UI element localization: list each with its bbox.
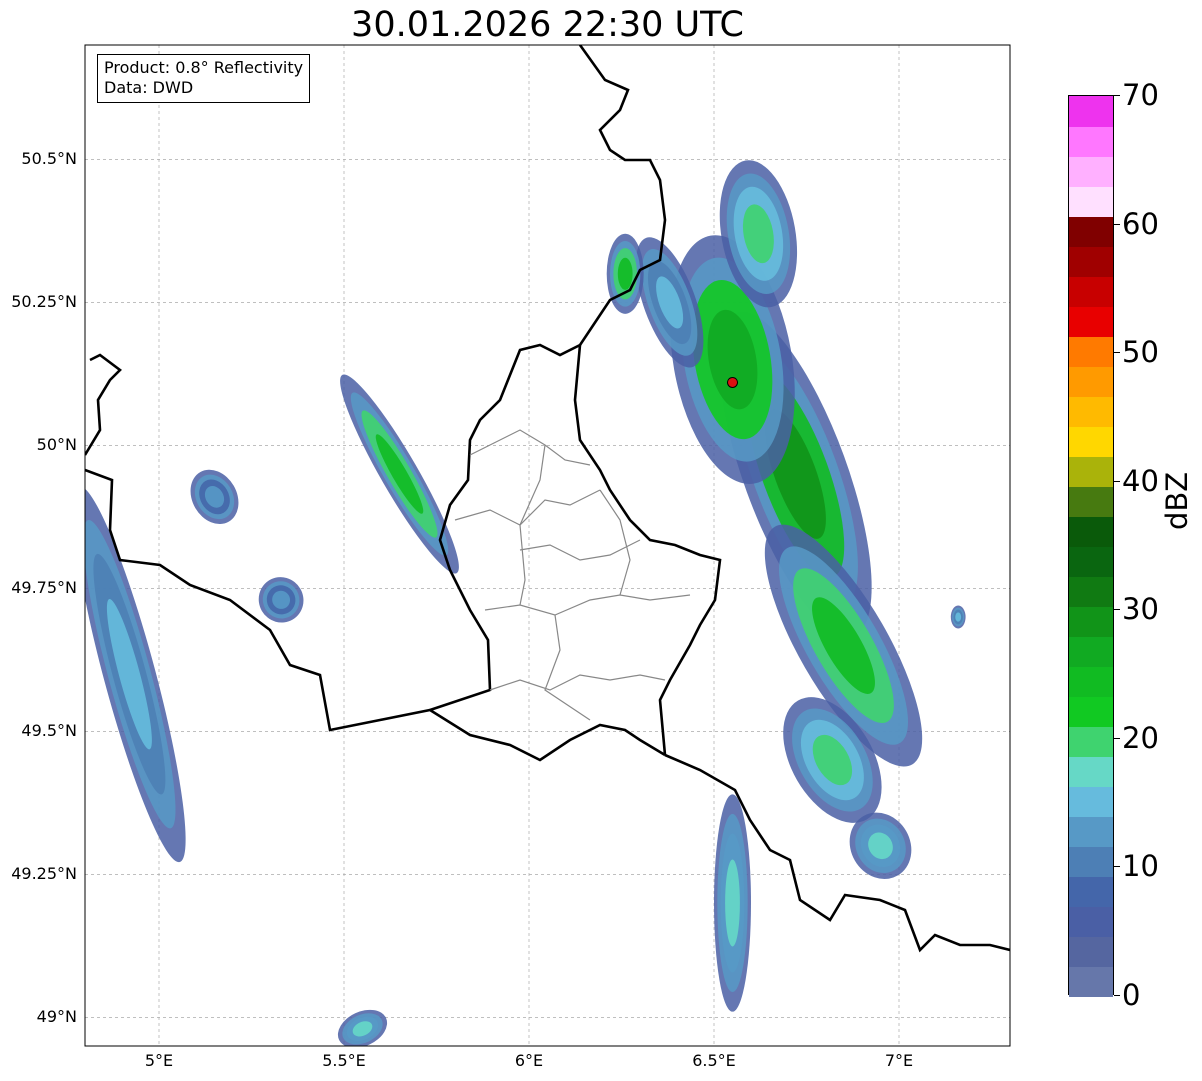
- colorbar-segment: [1069, 816, 1113, 847]
- colorbar-segment: [1069, 216, 1113, 247]
- colorbar-tick-mark: [1114, 352, 1120, 354]
- product-info-box: Product: 0.8° Reflectivity Data: DWD: [97, 54, 311, 103]
- colorbar-tick-label: 60: [1122, 206, 1159, 241]
- lat-tick-label: 50.5°N: [21, 149, 77, 169]
- colorbar-segment: [1069, 636, 1113, 667]
- lon-tick-label: 6°E: [514, 1051, 544, 1070]
- lon-tick-label: 5.5°E: [322, 1051, 366, 1070]
- colorbar-tick-mark: [1114, 737, 1120, 739]
- colorbar-tick-label: 30: [1122, 592, 1159, 627]
- colorbar-segment: [1069, 486, 1113, 517]
- lat-tick-label: 50°N: [36, 435, 77, 455]
- colorbar-tick-label: 50: [1122, 335, 1159, 370]
- colorbar-tick-mark: [1114, 480, 1120, 482]
- colorbar-label: dBZ: [1160, 471, 1194, 530]
- lon-tick-label: 6.5°E: [692, 1051, 736, 1070]
- colorbar: [1068, 95, 1114, 997]
- colorbar-tick-label: 20: [1122, 720, 1159, 755]
- lat-tick-label: 49°N: [36, 1007, 77, 1027]
- colorbar-segment: [1069, 456, 1113, 487]
- lat-tick-label: 49.25°N: [11, 864, 77, 884]
- colorbar-segment: [1069, 366, 1113, 397]
- colorbar-segment: [1069, 726, 1113, 757]
- colorbar-tick-label: 10: [1122, 849, 1159, 884]
- lat-tick-label: 50.25°N: [11, 292, 77, 312]
- colorbar-segment: [1069, 96, 1113, 127]
- colorbar-segment: [1069, 846, 1113, 877]
- map-figure: [84, 44, 1011, 1047]
- colorbar-tick-mark: [1114, 95, 1120, 96]
- colorbar-segment: [1069, 156, 1113, 187]
- colorbar-segment: [1069, 786, 1113, 817]
- colorbar-segment: [1069, 426, 1113, 457]
- colorbar-segment: [1069, 966, 1113, 997]
- colorbar-segment: [1069, 756, 1113, 787]
- lat-tick-label: 49.75°N: [11, 578, 77, 598]
- colorbar-tick-mark: [1114, 995, 1120, 996]
- lat-tick-label: 49.5°N: [21, 721, 77, 741]
- colorbar-tick-label: 0: [1122, 978, 1141, 1012]
- echo-cell: [725, 859, 740, 947]
- radar-site-marker: [727, 376, 738, 388]
- colorbar-segment: [1069, 906, 1113, 937]
- lon-tick-label: 5°E: [144, 1051, 174, 1070]
- colorbar-tick-label: 70: [1122, 78, 1159, 112]
- lon-tick-label: 7°E: [884, 1051, 914, 1070]
- colorbar-segment: [1069, 516, 1113, 547]
- colorbar-segment: [1069, 396, 1113, 427]
- colorbar-segment: [1069, 666, 1113, 697]
- colorbar-segment: [1069, 546, 1113, 577]
- colorbar-segment: [1069, 336, 1113, 367]
- colorbar-segment: [1069, 696, 1113, 727]
- colorbar-segment: [1069, 126, 1113, 157]
- colorbar-segment: [1069, 576, 1113, 607]
- colorbar-segment: [1069, 876, 1113, 907]
- colorbar-segment: [1069, 186, 1113, 217]
- colorbar-tick-mark: [1114, 223, 1120, 225]
- colorbar-segment: [1069, 606, 1113, 637]
- colorbar-tick-label: 40: [1122, 463, 1159, 498]
- data-source-label: Data: DWD: [104, 78, 194, 97]
- colorbar-segment: [1069, 276, 1113, 307]
- colorbar-segment: [1069, 306, 1113, 337]
- colorbar-segment: [1069, 936, 1113, 967]
- echo-cell: [955, 612, 962, 622]
- colorbar-tick-mark: [1114, 609, 1120, 611]
- colorbar-tick-mark: [1114, 866, 1120, 868]
- colorbar-segment: [1069, 246, 1113, 277]
- echo-cell: [617, 257, 633, 290]
- product-label: Product: 0.8° Reflectivity: [104, 58, 304, 77]
